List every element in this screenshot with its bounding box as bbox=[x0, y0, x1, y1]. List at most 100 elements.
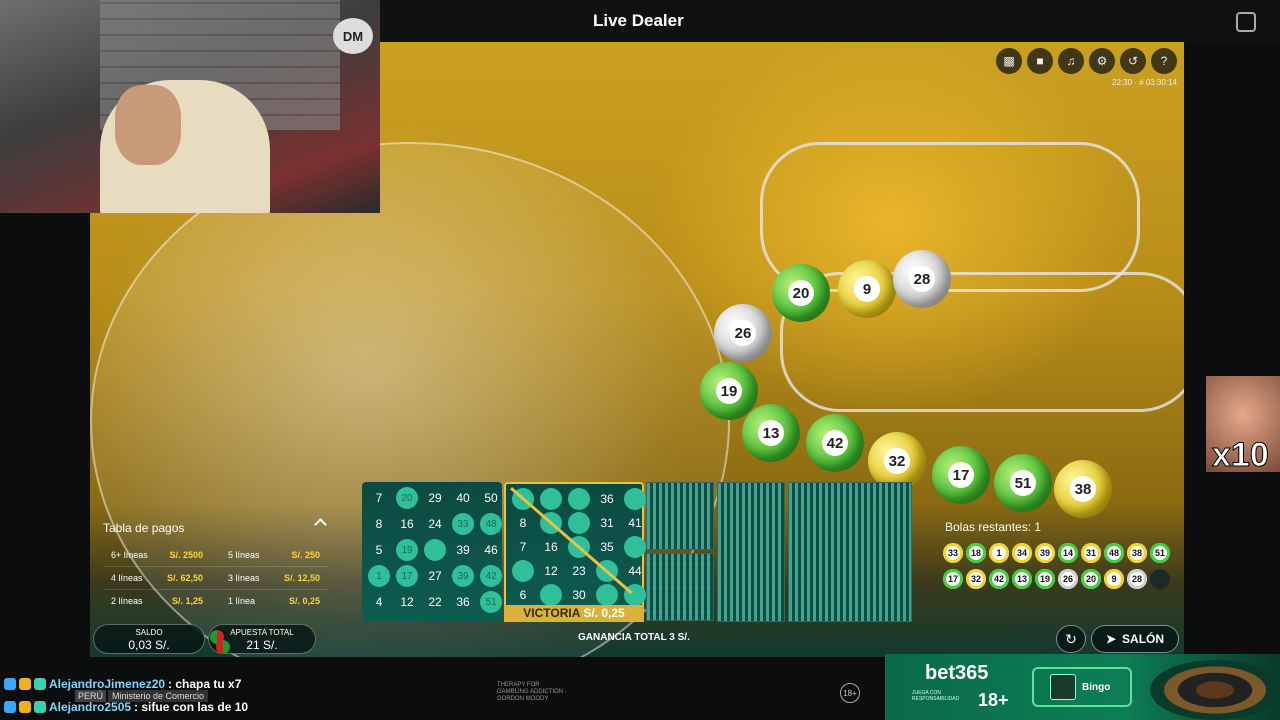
mini-card[interactable] bbox=[646, 482, 714, 550]
balance-value: 0,03 S/. bbox=[128, 638, 170, 652]
history-icon[interactable]: ↺ bbox=[1120, 48, 1146, 74]
paytable-lines: 2 líneas bbox=[111, 596, 143, 606]
mini-card-group[interactable] bbox=[788, 482, 912, 622]
card-cell: 4 bbox=[375, 595, 383, 609]
card-cell: 8 bbox=[519, 516, 527, 530]
card-cell: 30 bbox=[572, 588, 586, 602]
card-cell bbox=[538, 488, 564, 510]
help-icon[interactable]: ? bbox=[1151, 48, 1177, 74]
chevron-right-icon: ➤ bbox=[1105, 632, 1117, 646]
bingo-label: Bingo bbox=[1082, 681, 1111, 693]
popout-icon[interactable] bbox=[1236, 12, 1256, 32]
chat-message: Alejandro2505 : sifue con las de 10 bbox=[4, 700, 248, 714]
ball-number: 19 bbox=[716, 378, 742, 404]
ball-number: 9 bbox=[854, 276, 880, 302]
victory-label: VICTORIA bbox=[523, 606, 580, 620]
paytable-lines: 4 líneas bbox=[111, 573, 143, 583]
total-bet-label: APUESTA TOTAL bbox=[230, 628, 294, 637]
drawn-ball: 39 bbox=[1035, 543, 1055, 563]
lobby-label: SALÓN bbox=[1122, 632, 1165, 646]
card-cell-marked: 19 bbox=[396, 539, 418, 561]
card-cell-marked: 33 bbox=[452, 513, 474, 535]
lottery-ball: 51 bbox=[994, 454, 1052, 512]
bingo-card-icon bbox=[1050, 674, 1076, 700]
total-win-amount: 3 S/. bbox=[669, 632, 690, 643]
repeat-button[interactable]: ↻ bbox=[1056, 625, 1086, 653]
card-cell: 20 bbox=[394, 486, 420, 510]
roulette-image bbox=[1150, 660, 1280, 720]
card-cell: 39 bbox=[456, 543, 470, 557]
card-cell: 23 bbox=[572, 564, 586, 578]
chat-icon[interactable]: ▩ bbox=[996, 48, 1022, 74]
card-cell-marked: 42 bbox=[480, 565, 502, 587]
lottery-ball: 17 bbox=[932, 446, 990, 504]
card-cell bbox=[422, 538, 448, 562]
lottery-ball: 42 bbox=[806, 414, 864, 472]
lottery-ball: 20 bbox=[772, 264, 830, 322]
card-cell: 50 bbox=[484, 491, 498, 505]
chat-username[interactable]: AlejandroJimenez20 bbox=[49, 677, 165, 691]
card-cell-marked bbox=[596, 584, 618, 606]
chevron-up-icon[interactable] bbox=[314, 518, 327, 531]
drawn-ball: 48 bbox=[1104, 543, 1124, 563]
card-cell: 48 bbox=[478, 512, 504, 536]
ball-number: 17 bbox=[948, 462, 974, 488]
meme-text: x10 bbox=[1212, 436, 1270, 475]
card-cell: 36 bbox=[600, 492, 614, 506]
drawn-ball: 19 bbox=[1035, 569, 1055, 589]
gambling-help-logo: THERAPY FOR GAMBLING ADDICTION · GORDON … bbox=[497, 682, 567, 702]
card-cell: 46 bbox=[484, 543, 498, 557]
ball-number: 42 bbox=[822, 430, 848, 456]
card-cell-marked bbox=[540, 584, 562, 606]
card-cell: 40 bbox=[456, 491, 470, 505]
sponsor-age: 18+ bbox=[978, 690, 1009, 710]
card-cell: 36 bbox=[456, 595, 470, 609]
drawn-ball: 17 bbox=[943, 569, 963, 589]
bingo-promo[interactable]: Bingo bbox=[1032, 667, 1132, 707]
paytable-prize: S/. 250 bbox=[291, 550, 320, 560]
toolbar: ▩ ■ ♫ ⚙ ↺ ? bbox=[996, 48, 1177, 74]
mini-card-group[interactable] bbox=[717, 482, 785, 622]
lottery-ball: 26 bbox=[714, 304, 772, 362]
video-icon[interactable]: ■ bbox=[1027, 48, 1053, 74]
screen: 20 9 28 26 19 13 42 32 17 51 38 DM Live Dealer ▩ ■… bbox=[0, 0, 1280, 720]
drawn-ball: 38 bbox=[1127, 543, 1147, 563]
paytable-prize: S/. 62,50 bbox=[166, 573, 203, 583]
lottery-ball: 19 bbox=[700, 362, 758, 420]
sponsor-brand: bet365 bbox=[925, 662, 989, 684]
repeat-icon: ↻ bbox=[1065, 630, 1077, 647]
card-cell-marked: 17 bbox=[396, 565, 418, 587]
card-cell: 41 bbox=[628, 516, 642, 530]
lobby-button[interactable]: ➤ SALÓN bbox=[1091, 625, 1179, 653]
drawn-ball: 51 bbox=[1150, 543, 1170, 563]
balls-remaining: Bolas restantes: 1 bbox=[945, 520, 1042, 534]
chat-username[interactable]: Alejandro2505 bbox=[49, 700, 131, 714]
card-cell-marked bbox=[540, 488, 562, 510]
card-cell-marked: 48 bbox=[480, 513, 502, 535]
paytable-prize: S/. 1,25 bbox=[171, 596, 203, 606]
balance-label: SALDO bbox=[135, 628, 163, 637]
card-cell: 17 bbox=[394, 564, 420, 588]
channel-logo: DM bbox=[333, 18, 373, 54]
sponsor-disclaimer: JUEGA CON RESPONSABILIDAD bbox=[912, 690, 960, 702]
mini-card[interactable] bbox=[646, 553, 714, 621]
ball-number: 20 bbox=[788, 280, 814, 306]
gear-icon[interactable]: ⚙ bbox=[1089, 48, 1115, 74]
volume-icon[interactable]: ♫ bbox=[1058, 48, 1084, 74]
chat-message: AlejandroJimenez20 : chapa tu x7 bbox=[4, 677, 241, 691]
victory-banner: VICTORIA S/. 0,25 bbox=[504, 605, 644, 622]
drawn-ball: 14 bbox=[1058, 543, 1078, 563]
card-cell: 42 bbox=[478, 564, 504, 588]
stream-time: 22:30 · # 03:30:14 bbox=[1112, 78, 1177, 87]
card-cell bbox=[538, 584, 564, 606]
card-cell: 31 bbox=[600, 516, 614, 530]
bingo-card[interactable]: 7 20 29 40 50 8 16 24 33 48 5 19 39 46 1 17 27 39 42 4 12 22 3… bbox=[362, 482, 502, 622]
lottery-ball: 13 bbox=[742, 404, 800, 462]
card-cell bbox=[622, 536, 648, 558]
drawn-ball: 42 bbox=[989, 569, 1009, 589]
badge-icon bbox=[4, 678, 16, 690]
card-cell: 51 bbox=[478, 590, 504, 614]
drawn-ball: 32 bbox=[966, 569, 986, 589]
paytable-prize: S/. 12,50 bbox=[283, 573, 320, 583]
paytable: Tabla de pagos 6+ líneas S/. 2500 5 líneas… bbox=[93, 508, 343, 618]
